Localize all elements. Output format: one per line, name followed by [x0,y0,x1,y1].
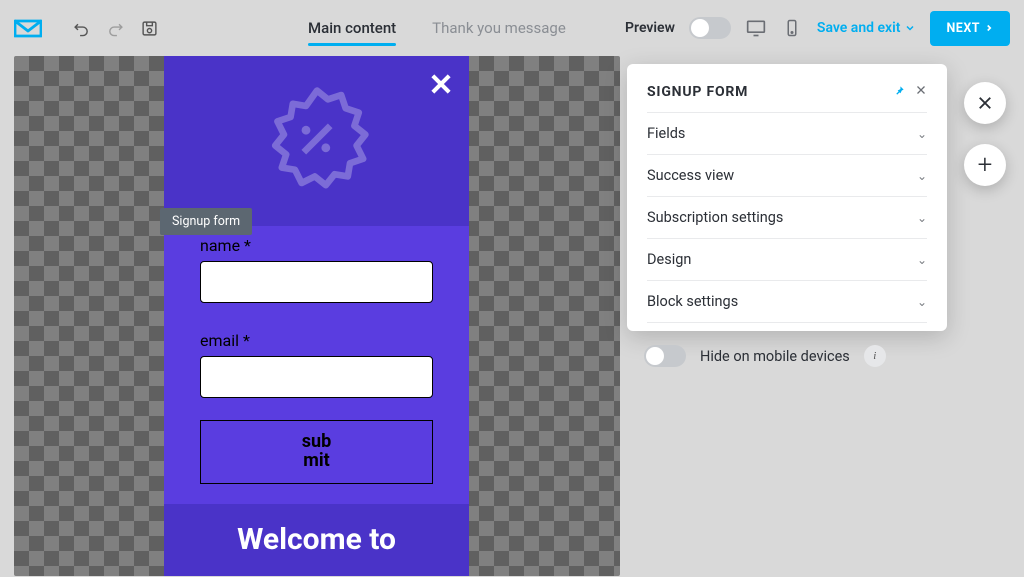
submit-button[interactable]: sub mit [200,420,433,484]
pin-icon[interactable] [894,85,905,99]
chevron-down-icon [904,22,916,34]
popup-preview[interactable]: Signup form name * email * sub mit Welco… [164,56,469,576]
section-block-settings[interactable]: Block settings ⌄ [647,281,927,323]
chevron-down-icon: ⌄ [917,127,927,141]
hide-on-mobile-row: Hide on mobile devices i [644,345,886,367]
tabs: Main content Thank you message [308,5,566,52]
save-icon[interactable] [134,13,164,43]
welcome-heading: Welcome to [164,504,469,576]
save-and-exit[interactable]: Save and exit [817,20,917,36]
hide-mobile-label: Hide on mobile devices [700,348,850,365]
block-tag: Signup form [160,208,252,235]
app-logo [14,18,42,38]
chevron-down-icon: ⌄ [917,253,927,267]
email-label: email * [200,331,433,350]
panel-close-icon[interactable] [915,84,927,100]
desktop-icon[interactable] [745,17,767,39]
close-panel-button[interactable] [964,82,1006,124]
chevron-down-icon: ⌄ [917,169,927,183]
chevron-down-icon: ⌄ [917,211,927,225]
panel-accordion: Fields ⌄ Success view ⌄ Subscription set… [647,112,927,323]
name-field[interactable] [200,261,433,303]
signup-form-block[interactable]: Signup form name * email * sub mit [164,226,469,504]
section-label: Design [647,251,691,268]
editor-canvas: Signup form name * email * sub mit Welco… [14,56,620,576]
next-button[interactable]: NEXT [930,11,1010,46]
name-label: name * [200,236,433,255]
hide-mobile-toggle[interactable] [644,345,686,367]
mobile-icon[interactable] [781,17,803,39]
submit-button-label: sub mit [302,433,331,471]
preview-label: Preview [625,20,675,36]
preview-toggle[interactable] [689,17,731,39]
panel-header: SIGNUP FORM [647,84,927,100]
email-field[interactable] [200,356,433,398]
section-subscription-settings[interactable]: Subscription settings ⌄ [647,197,927,239]
discount-badge-icon [262,84,372,198]
chevron-down-icon: ⌄ [917,295,927,309]
section-label: Block settings [647,293,738,310]
popup-header [164,56,469,226]
tab-thank-you[interactable]: Thank you message [432,5,566,52]
info-icon[interactable]: i [864,345,886,367]
chevron-right-icon [984,23,994,33]
section-fields[interactable]: Fields ⌄ [647,113,927,155]
top-bar: Main content Thank you message Preview S… [0,0,1024,56]
topbar-right: Preview Save and exit NEXT [625,11,1010,46]
section-label: Fields [647,125,685,142]
close-icon[interactable] [427,68,455,106]
next-button-label: NEXT [946,21,980,36]
redo-icon[interactable] [100,13,130,43]
section-label: Success view [647,167,734,184]
undo-icon[interactable] [66,13,96,43]
add-block-button[interactable]: + [964,144,1006,186]
section-label: Subscription settings [647,209,783,226]
tab-main-content[interactable]: Main content [308,5,396,52]
section-design[interactable]: Design ⌄ [647,239,927,281]
save-and-exit-label: Save and exit [817,20,901,36]
settings-panel: SIGNUP FORM Fields ⌄ Success view ⌄ Subs… [627,64,947,331]
panel-title: SIGNUP FORM [647,84,748,100]
section-success-view[interactable]: Success view ⌄ [647,155,927,197]
